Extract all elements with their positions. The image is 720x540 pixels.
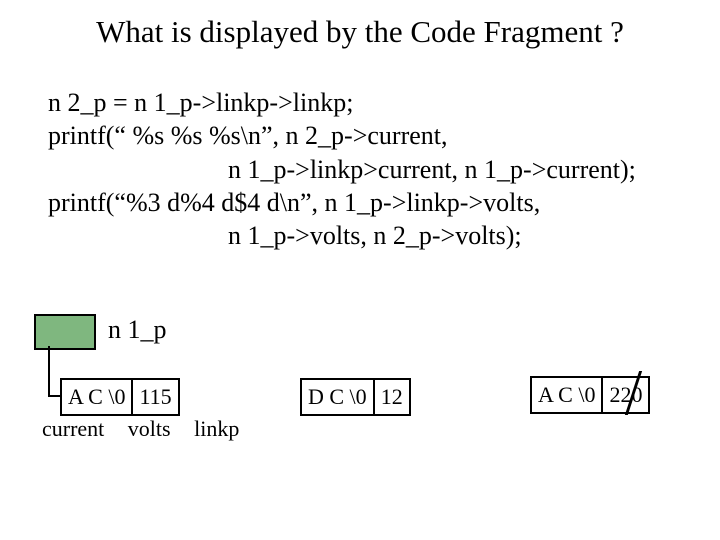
code-line-5-text: n 1_p->volts, n 2_p->volts);: [48, 219, 522, 252]
pointer-box: [34, 314, 96, 350]
node-3-volts: 220: [603, 378, 648, 412]
code-line-3: n 1_p->linkp>current, n 1_p->current);: [48, 153, 688, 186]
node-3: A C \0 220: [530, 376, 650, 414]
code-line-2: printf(“ %s %s %s\n”, n 2_p->current,: [48, 119, 688, 152]
code-line-1: n 2_p = n 1_p->linkp->linkp;: [48, 86, 688, 119]
slide: What is displayed by the Code Fragment ?…: [0, 0, 720, 540]
code-line-4: printf(“%3 d%4 d$4 d\n”, n 1_p->linkp->v…: [48, 186, 688, 219]
node-1-volts: 115: [133, 380, 177, 414]
pointer-label: n 1_p: [108, 315, 167, 345]
node-1: A C \0 115: [60, 378, 180, 416]
node-3-current: A C \0: [532, 378, 601, 412]
label-linkp: linkp: [194, 416, 239, 441]
node-2: D C \0 12: [300, 378, 411, 416]
pointer-line-horizontal: [48, 395, 60, 397]
node-2-volts: 12: [375, 380, 409, 414]
label-current: current: [42, 416, 104, 441]
code-line-5: n 1_p->volts, n 2_p->volts);: [48, 219, 688, 252]
label-volts: volts: [128, 416, 171, 441]
node-2-current: D C \0: [302, 380, 373, 414]
slide-title: What is displayed by the Code Fragment ?: [0, 14, 720, 50]
code-line-3-text: n 1_p->linkp>current, n 1_p->current);: [48, 153, 636, 186]
field-labels: current volts linkp: [42, 416, 257, 442]
code-fragment: n 2_p = n 1_p->linkp->linkp; printf(“ %s…: [48, 86, 688, 252]
pointer-line-vertical: [48, 346, 50, 396]
node-1-current: A C \0: [62, 380, 131, 414]
